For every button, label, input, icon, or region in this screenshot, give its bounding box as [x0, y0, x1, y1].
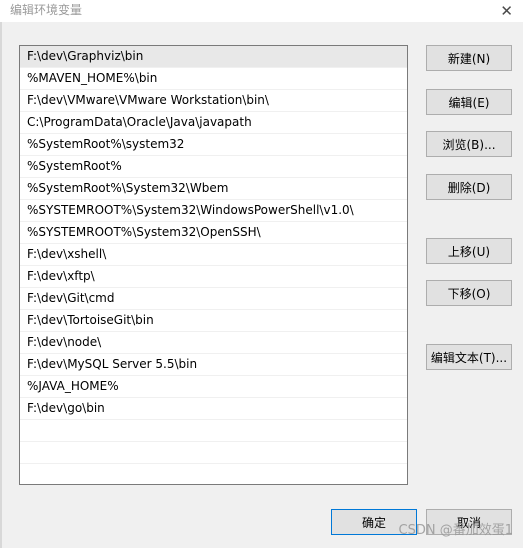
ok-button[interactable]: 确定 — [331, 509, 417, 535]
path-item[interactable]: %SystemRoot%\System32\Wbem — [20, 178, 407, 200]
cancel-button[interactable]: 取消 — [426, 509, 512, 535]
path-item[interactable]: %MAVEN_HOME%\bin — [20, 68, 407, 90]
path-item[interactable]: F:\dev\go\bin — [20, 398, 407, 420]
window-edge — [0, 22, 2, 548]
path-list[interactable]: F:\dev\Graphviz\bin %MAVEN_HOME%\bin F:\… — [19, 45, 408, 485]
close-icon[interactable]: ✕ — [500, 2, 513, 20]
new-button[interactable]: 新建(N) — [426, 45, 512, 71]
browse-button[interactable]: 浏览(B)... — [426, 131, 512, 157]
path-item[interactable]: F:\dev\xftp\ — [20, 266, 407, 288]
path-item[interactable]: F:\dev\Git\cmd — [20, 288, 407, 310]
delete-button[interactable]: 删除(D) — [426, 174, 512, 200]
path-item[interactable]: %SYSTEMROOT%\System32\WindowsPowerShell\… — [20, 200, 407, 222]
path-item[interactable]: F:\dev\TortoiseGit\bin — [20, 310, 407, 332]
title-bar: 编辑环境变量 ✕ — [0, 0, 523, 22]
path-item[interactable]: %SystemRoot% — [20, 156, 407, 178]
edit-text-button[interactable]: 编辑文本(T)... — [426, 344, 512, 370]
path-item[interactable]: C:\ProgramData\Oracle\Java\javapath — [20, 112, 407, 134]
path-item[interactable]: F:\dev\Graphviz\bin — [20, 46, 407, 68]
empty-row[interactable] — [20, 442, 407, 464]
empty-row[interactable] — [20, 420, 407, 442]
path-item[interactable]: %JAVA_HOME% — [20, 376, 407, 398]
path-item[interactable]: F:\dev\VMware\VMware Workstation\bin\ — [20, 90, 407, 112]
path-item[interactable]: F:\dev\MySQL Server 5.5\bin — [20, 354, 407, 376]
move-up-button[interactable]: 上移(U) — [426, 238, 512, 264]
path-item[interactable]: %SYSTEMROOT%\System32\OpenSSH\ — [20, 222, 407, 244]
path-item[interactable]: F:\dev\node\ — [20, 332, 407, 354]
window-title: 编辑环境变量 — [10, 3, 83, 17]
path-item[interactable]: %SystemRoot%\system32 — [20, 134, 407, 156]
path-item[interactable]: F:\dev\xshell\ — [20, 244, 407, 266]
empty-row[interactable] — [20, 464, 407, 484]
edit-button[interactable]: 编辑(E) — [426, 89, 512, 115]
move-down-button[interactable]: 下移(O) — [426, 280, 512, 306]
